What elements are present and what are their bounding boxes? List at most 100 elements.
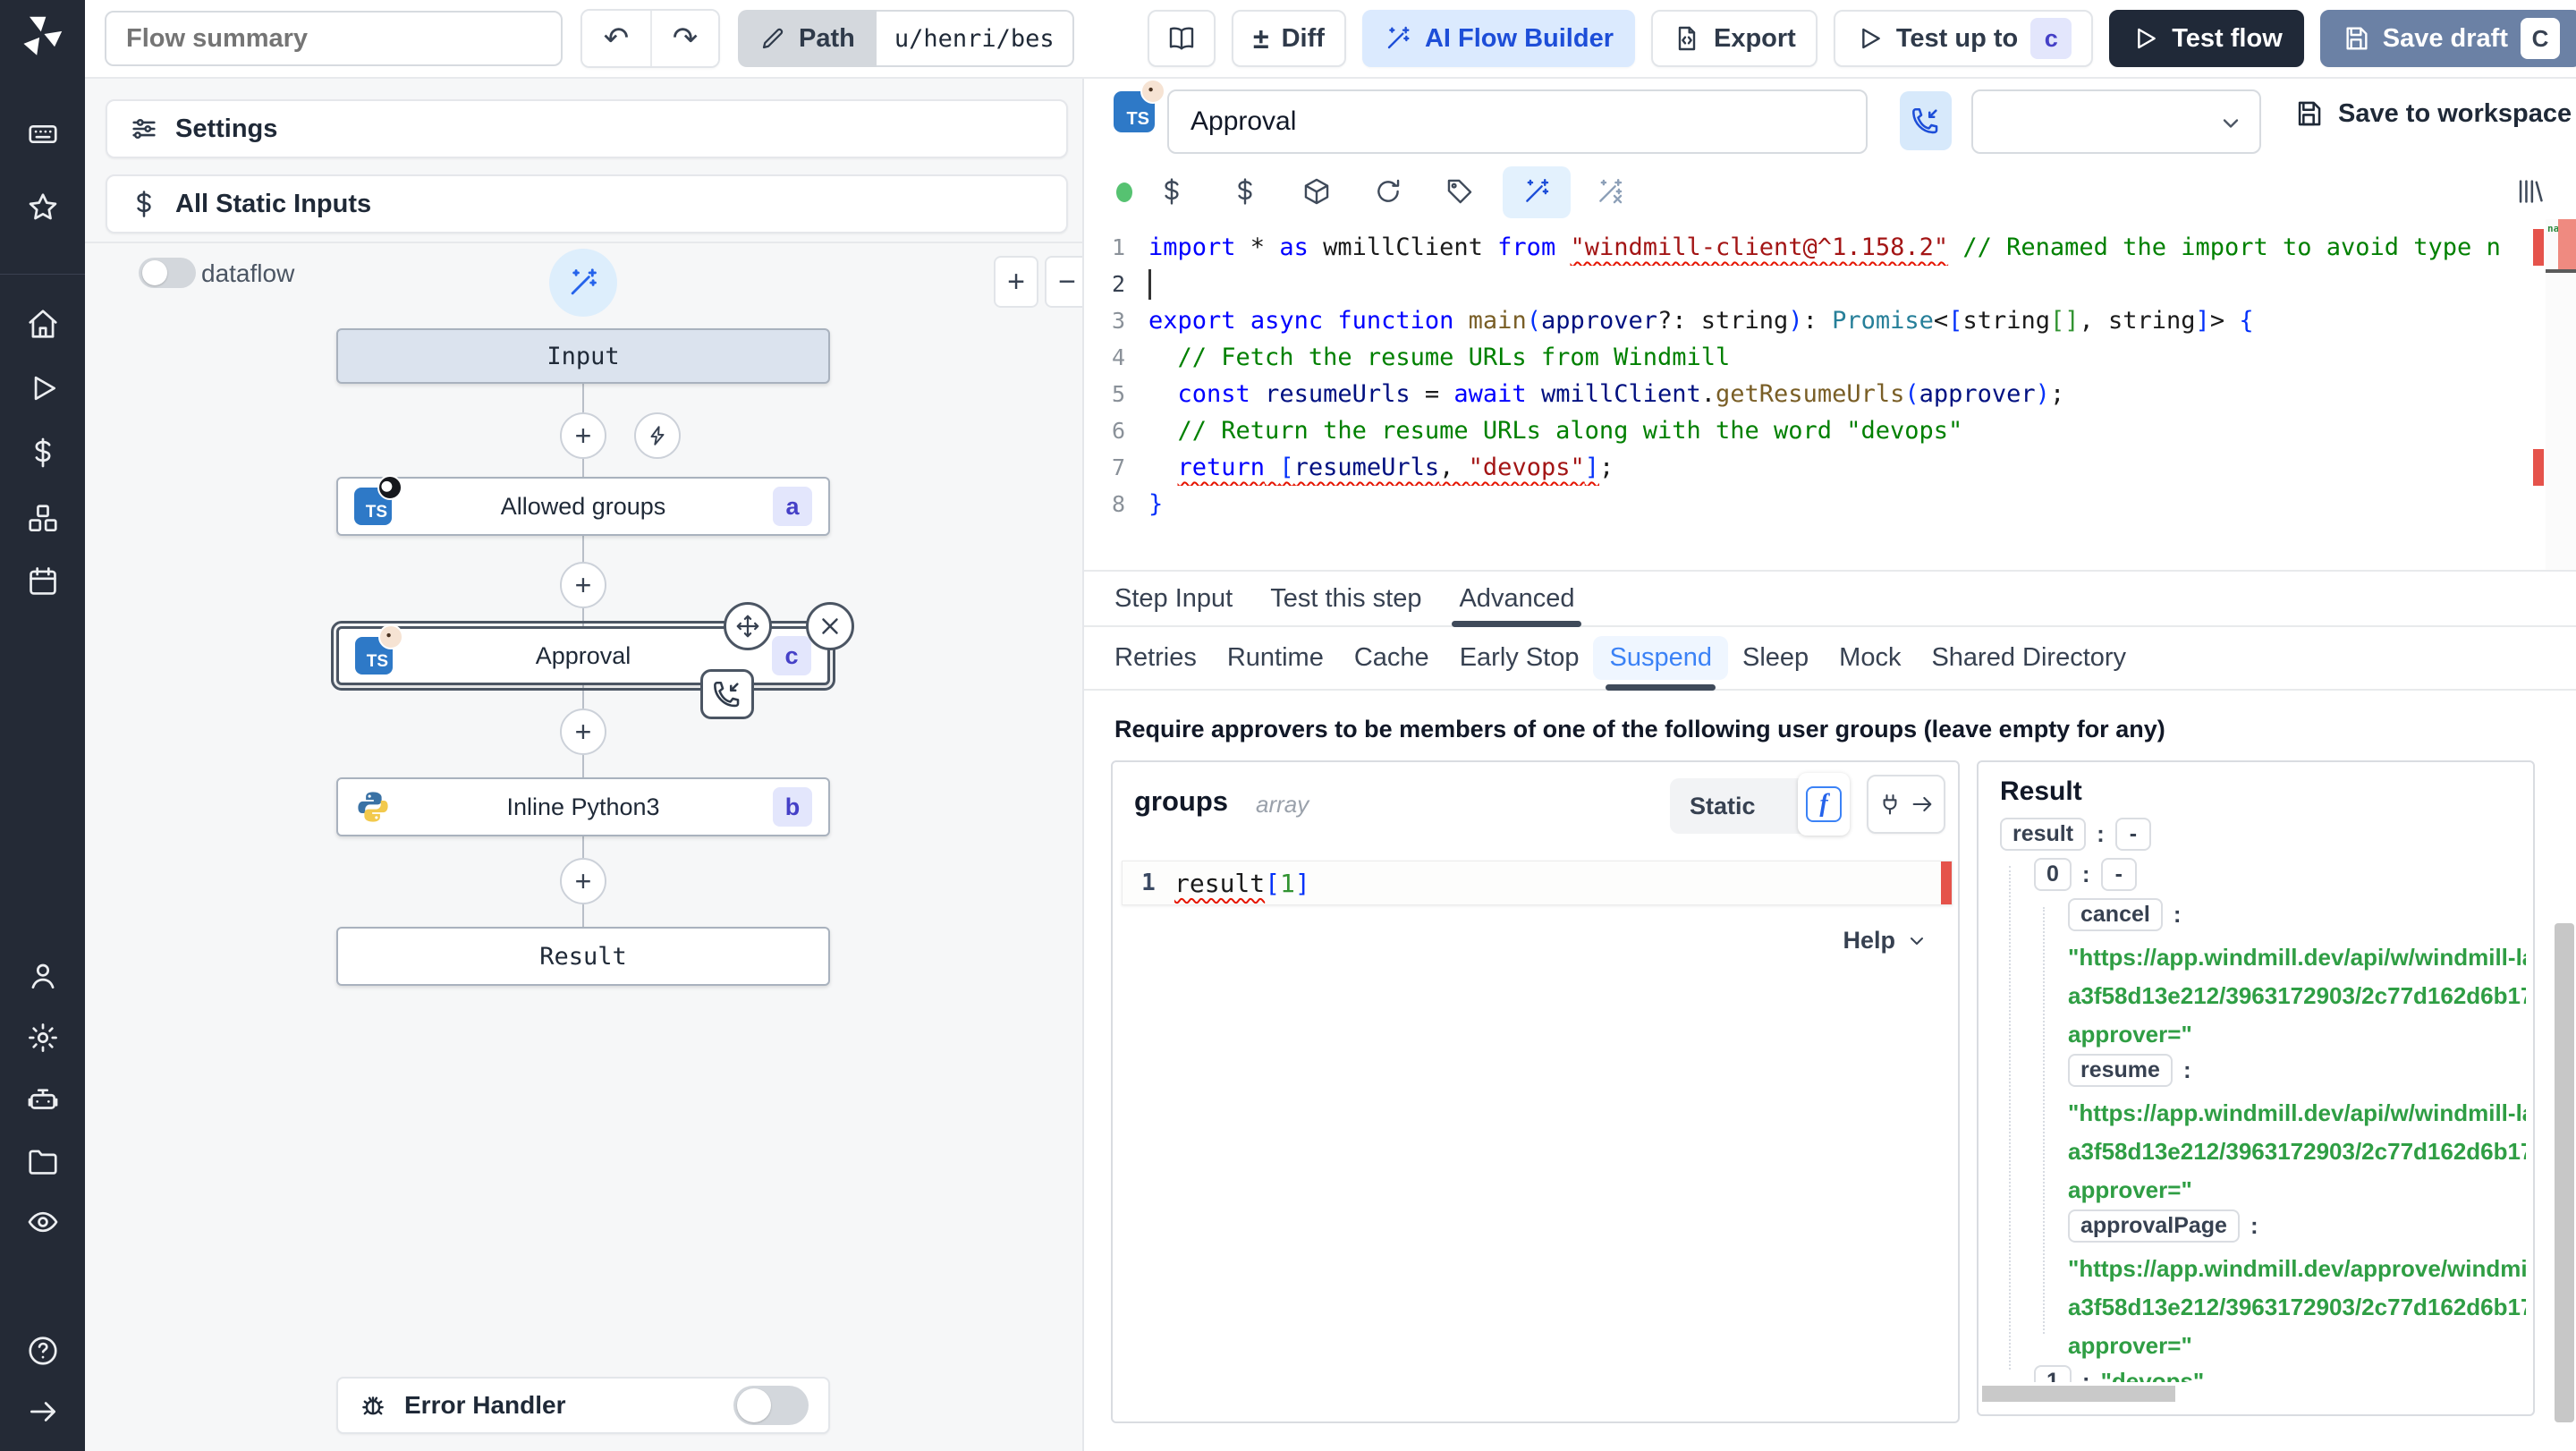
play-icon[interactable]: [23, 369, 63, 408]
add-step-button[interactable]: +: [560, 858, 606, 904]
flow-summary-input[interactable]: [105, 11, 563, 66]
package-icon[interactable]: [1297, 172, 1336, 211]
redo-button[interactable]: ↷: [650, 11, 718, 66]
dataflow-toggle[interactable]: [139, 258, 196, 288]
folder-icon[interactable]: [23, 1141, 63, 1181]
help-button[interactable]: Help: [1843, 927, 1928, 955]
delete-step-button[interactable]: [806, 602, 854, 650]
window-vertical-scrollbar[interactable]: [2555, 923, 2574, 1422]
home-icon[interactable]: [23, 304, 63, 344]
code-line[interactable]: 8}: [1084, 486, 2576, 522]
move-step-button[interactable]: [724, 602, 772, 650]
code-line[interactable]: 6 // Return the resume URLs along with t…: [1084, 412, 2576, 449]
test-up-to-button[interactable]: Test up to c: [1833, 10, 2094, 67]
subtab-early-stop[interactable]: Early Stop: [1460, 627, 1580, 689]
groups-expression-editor[interactable]: 1 result[1]: [1122, 861, 1953, 905]
connect-input-button[interactable]: [1867, 775, 1945, 834]
collapse-button[interactable]: -: [2114, 818, 2152, 851]
all-static-inputs-button[interactable]: All Static Inputs: [106, 174, 1068, 233]
suspend-phone-button[interactable]: [1900, 91, 1952, 150]
add-trigger-button[interactable]: [634, 412, 681, 459]
collapse-button[interactable]: -: [2100, 858, 2137, 891]
advanced-tabs: Retries Runtime Cache Early Stop Suspend Slee…: [1084, 627, 2576, 691]
export-button[interactable]: Export: [1651, 10, 1818, 67]
wand-off-icon[interactable]: [1590, 172, 1630, 211]
worker-tag-select[interactable]: [1971, 89, 2261, 154]
windmill-logo-icon[interactable]: [16, 9, 68, 61]
eye-icon[interactable]: [23, 1202, 63, 1242]
ai-flow-builder-button[interactable]: AI Flow Builder: [1361, 10, 1635, 67]
tab-test-this-step[interactable]: Test this step: [1270, 572, 1421, 625]
tag-icon[interactable]: [1440, 172, 1479, 211]
add-step-button[interactable]: +: [560, 562, 606, 608]
step-name-input[interactable]: [1167, 89, 1868, 154]
divider: [85, 242, 1082, 243]
zoom-out-button[interactable]: −: [1045, 256, 1082, 308]
code-line[interactable]: 2: [1084, 266, 2576, 302]
user-icon[interactable]: [23, 956, 63, 996]
flow-settings-button[interactable]: Settings: [106, 99, 1068, 158]
subtab-runtime[interactable]: Runtime: [1227, 627, 1324, 689]
path-button[interactable]: Path u/henri/bes: [738, 10, 1074, 67]
subtab-suspend[interactable]: Suspend: [1593, 627, 1728, 691]
ai-assist-button[interactable]: [549, 249, 617, 317]
diff-button[interactable]: ± Diff: [1232, 10, 1346, 67]
save-draft-button[interactable]: Save draft C: [2319, 10, 2576, 67]
javascript-expression-toggle[interactable]: f: [1798, 773, 1850, 836]
code-line[interactable]: 5 const resumeUrls = await wmillClient.g…: [1084, 376, 2576, 412]
subtab-retries[interactable]: Retries: [1114, 627, 1197, 689]
tab-step-input[interactable]: Step Input: [1114, 572, 1233, 625]
flow-node-inline-python3[interactable]: Inline Python3 b: [336, 777, 830, 836]
json-key[interactable]: resume: [2068, 1054, 2173, 1087]
undo-button[interactable]: ↶: [582, 11, 650, 66]
refresh-icon[interactable]: [1368, 172, 1408, 211]
json-key[interactable]: 1: [2034, 1365, 2072, 1382]
save-icon: [2298, 101, 2321, 126]
subtab-sleep[interactable]: Sleep: [1742, 627, 1809, 689]
flow-node-input[interactable]: Input: [336, 328, 830, 384]
bug-icon: [362, 1396, 384, 1415]
dollar-icon[interactable]: [23, 433, 63, 472]
calendar-icon[interactable]: [23, 562, 63, 601]
json-key[interactable]: cancel: [2068, 898, 2163, 931]
flow-node-result[interactable]: Result: [336, 927, 830, 986]
docs-button[interactable]: [1148, 10, 1216, 67]
star-icon[interactable]: [23, 188, 63, 227]
wand-icon[interactable]: [1517, 172, 1556, 211]
add-step-button[interactable]: +: [560, 709, 606, 755]
gear-icon[interactable]: [23, 1018, 63, 1057]
cubes-icon[interactable]: [23, 499, 63, 539]
arrow-right-icon[interactable]: [23, 1392, 63, 1431]
add-step-button[interactable]: +: [560, 412, 606, 459]
code-line[interactable]: 7 return [resumeUrls, "devops"];: [1084, 449, 2576, 486]
json-key[interactable]: result: [2000, 818, 2087, 851]
flow-node-allowed-groups[interactable]: TS Allowed groups a: [336, 475, 830, 536]
dollar-icon[interactable]: [1225, 172, 1265, 211]
json-key[interactable]: 0: [2034, 858, 2072, 891]
code-line[interactable]: 3 export async function main(approver?: s…: [1084, 302, 2576, 339]
json-string-value: a3f58d13e212/3963172903/2c77d162d6b17395…: [2068, 982, 2526, 1009]
subtab-shared-directory[interactable]: Shared Directory: [1931, 627, 2126, 689]
dollar-icon[interactable]: [1152, 172, 1191, 211]
help-icon[interactable]: [23, 1331, 63, 1370]
library-button[interactable]: [2510, 172, 2549, 211]
minimap-error-marker: [2558, 219, 2576, 271]
subtab-mock[interactable]: Mock: [1839, 627, 1901, 689]
keyboard-icon[interactable]: [23, 115, 63, 154]
error-handler-card[interactable]: Error Handler: [336, 1377, 830, 1434]
subtab-cache[interactable]: Cache: [1354, 627, 1429, 689]
editor-minimap[interactable]: na: [2546, 219, 2576, 570]
tab-advanced[interactable]: Advanced: [1452, 572, 1582, 627]
magic-wand-icon: [571, 268, 597, 295]
test-flow-button[interactable]: Test flow: [2109, 10, 2304, 67]
code-editor[interactable]: 1 import * as wmillClient from "windmill-…: [1084, 219, 2576, 570]
zoom-in-button[interactable]: +: [994, 256, 1038, 308]
result-horizontal-scrollbar[interactable]: [1982, 1386, 2175, 1402]
json-string-value: "https://app.windmill.dev/approve/windmi…: [2068, 1255, 2526, 1282]
error-handler-toggle[interactable]: [733, 1386, 809, 1425]
robot-icon[interactable]: [23, 1080, 63, 1119]
save-to-workspace-button[interactable]: Save to workspace: [2293, 98, 2572, 129]
code-line[interactable]: 1 import * as wmillClient from "windmill-…: [1084, 229, 2576, 266]
code-line[interactable]: 4 // Fetch the resume URLs from Windmill: [1084, 339, 2576, 376]
json-key[interactable]: approvalPage: [2068, 1209, 2240, 1243]
